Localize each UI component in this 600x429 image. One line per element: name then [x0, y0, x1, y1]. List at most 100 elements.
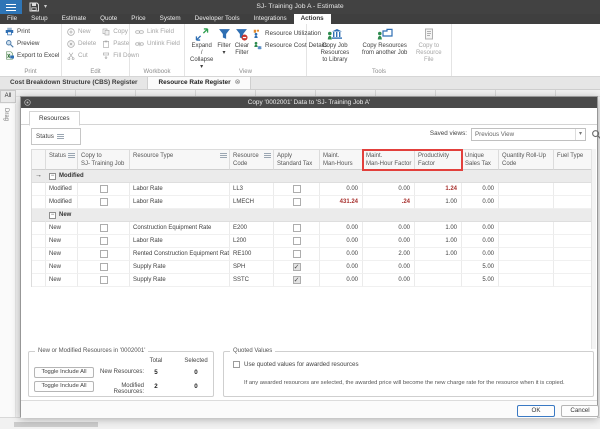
saved-views-select[interactable]: Previous View ▾ — [471, 128, 586, 141]
sales-tax-cell: 0.00 — [462, 222, 499, 235]
tax-checkbox[interactable] — [293, 237, 301, 245]
copy-checkbox[interactable] — [100, 185, 108, 193]
tab-resources[interactable]: Resources — [29, 111, 80, 126]
collapse-group-icon[interactable]: − — [49, 212, 56, 219]
cancel-button[interactable]: Cancel — [561, 405, 599, 417]
use-quoted-values-checkbox[interactable] — [233, 361, 240, 368]
resource-type-cell: Labor Rate — [130, 235, 230, 248]
copy-checkbox[interactable] — [100, 198, 108, 206]
status-cell: New — [46, 274, 78, 287]
copy-from-job-icon — [377, 28, 393, 41]
expand-collapse-button[interactable]: Expand / Collapse ▾ — [188, 26, 215, 71]
tab-resource-rate-register[interactable]: Resource Rate Register ⊗ — [147, 77, 251, 89]
col-resource-code[interactable]: ResourceCode — [230, 150, 274, 170]
tax-checkbox[interactable] — [293, 250, 301, 258]
resource-code-cell: LMECH — [230, 196, 274, 209]
filter-lines-icon — [57, 134, 64, 139]
tab-price[interactable]: Price — [124, 14, 152, 24]
copy-checkbox[interactable] — [100, 237, 108, 245]
col-resource-type[interactable]: Resource Type — [130, 150, 230, 170]
preview-button[interactable]: Preview — [3, 38, 58, 49]
table-row[interactable]: Modified Labor Rate LMECH 431.24 .24 1.0… — [32, 196, 594, 209]
group-row-modified[interactable]: → −Modified — [32, 170, 594, 183]
scrollbar-thumb[interactable] — [14, 422, 98, 427]
copy-resources-from-another-job-button[interactable]: Copy Resources from another Job — [360, 26, 410, 57]
tax-checkbox[interactable]: ✓ — [293, 263, 301, 271]
tab-estimate[interactable]: Estimate — [55, 14, 94, 24]
summary-panel: New or Modified Resources in '0002001' T… — [28, 351, 214, 397]
tax-checkbox[interactable] — [293, 198, 301, 206]
unlink-icon — [135, 40, 144, 48]
quoted-values-note: If any awarded resources are selected, t… — [244, 380, 589, 386]
resource-code-cell: SSTC — [230, 274, 274, 287]
tab-quote[interactable]: Quote — [93, 14, 124, 24]
window-title: SJ- Training Job A - Estimate — [0, 0, 600, 14]
tab-developer-tools[interactable]: Developer Tools — [188, 14, 247, 24]
col-copy-to[interactable]: Copy toSJ- Training Job A — [78, 150, 130, 170]
tab-setup[interactable]: Setup — [24, 14, 54, 24]
man-hours-cell: 0.00 — [320, 248, 363, 261]
copy-job-resources-to-library-button[interactable]: Copy Job Resources to Library — [310, 26, 360, 64]
collapse-group-icon[interactable]: − — [49, 173, 56, 180]
cut-button: Cut — [65, 50, 98, 61]
sales-tax-cell: 0.00 — [462, 248, 499, 261]
group-by-status-chip[interactable]: Status — [31, 128, 81, 145]
tax-checkbox[interactable] — [293, 224, 301, 232]
dialog-title: Copy '0002001' Data to 'SJ- Training Job… — [248, 99, 370, 106]
tab-cbs-register[interactable]: Cost Breakdown Structure (CBS) Register — [0, 77, 147, 89]
tax-checkbox[interactable] — [293, 185, 301, 193]
vertical-scrollbar[interactable] — [591, 149, 596, 349]
table-row[interactable]: New Supply Rate SPH ✓ 0.00 0.00 5.00 — [32, 261, 594, 274]
link-field-button: Link Field — [133, 26, 181, 37]
tab-integrations[interactable]: Integrations — [247, 14, 294, 24]
resource-file-icon — [423, 28, 435, 41]
tab-file[interactable]: File — [0, 14, 24, 24]
horizontal-scrollbar[interactable] — [0, 417, 600, 429]
export-to-excel-button[interactable]: Export to Excel — [3, 50, 58, 61]
select-all-button[interactable]: All — [0, 90, 16, 103]
preview-magnifier-icon — [5, 39, 14, 48]
table-row[interactable]: New Construction Equipment Rate E200 0.0… — [32, 222, 594, 235]
col-maint-man-hour-factor[interactable]: Maint.Man-Hour Factor — [363, 150, 415, 170]
col-quantity-roll-up-code[interactable]: Quantity Roll-UpCode — [499, 150, 554, 170]
selected-header: Selected — [178, 358, 214, 364]
table-row[interactable]: New Supply Rate SSTC ✓ 0.00 0.00 5.00 — [32, 274, 594, 287]
resources-grid: Status Copy toSJ- Training Job A Resourc… — [31, 149, 594, 287]
toggle-include-all-new-button[interactable]: Toggle Include All — [34, 367, 94, 378]
group-label-tools: Tools — [307, 69, 451, 75]
group-row-new[interactable]: −New — [32, 209, 594, 222]
copy-checkbox[interactable] — [100, 263, 108, 271]
copy-checkbox[interactable] — [100, 224, 108, 232]
filter-lines-icon — [264, 153, 271, 158]
dialog-logo-icon — [24, 99, 31, 106]
toggle-include-all-modified-button[interactable]: Toggle Include All — [34, 381, 94, 392]
col-maint-man-hours[interactable]: Maint.Man-Hours — [320, 150, 363, 170]
tab-actions[interactable]: Actions — [294, 14, 331, 24]
col-fuel-type[interactable]: Fuel Type — [554, 150, 595, 170]
group-label-edit: Edit — [62, 69, 129, 75]
col-status[interactable]: Status — [46, 150, 78, 170]
sales-tax-cell: 0.00 — [462, 183, 499, 196]
col-productivity-factor[interactable]: ProductivityFactor — [415, 150, 462, 170]
copy-checkbox[interactable] — [100, 276, 108, 284]
clear-filter-button[interactable]: Clear Filter — [233, 26, 251, 57]
resource-type-cell: Labor Rate — [130, 183, 230, 196]
ok-button[interactable]: OK — [517, 405, 555, 417]
tab-system[interactable]: System — [153, 14, 188, 24]
tax-checkbox[interactable]: ✓ — [293, 276, 301, 284]
man-hours-cell: 431.24 — [320, 196, 363, 209]
copy-checkbox[interactable] — [100, 250, 108, 258]
table-row[interactable]: New Labor Rate L200 0.00 0.00 1.00 0.00 — [32, 235, 594, 248]
table-row[interactable]: New Rented Construction Equipment Rate R… — [32, 248, 594, 261]
filter-icon — [218, 28, 231, 41]
filter-button[interactable]: Filter ▾ — [215, 26, 232, 57]
ribbon: Print Preview Export to Excel Print N — [0, 24, 600, 77]
col-apply-standard-tax[interactable]: ApplyStandard Tax — [274, 150, 320, 170]
table-row[interactable]: Modified Labor Rate LL3 0.00 0.00 1.24 0… — [32, 183, 594, 196]
man-hour-factor-cell: 0.00 — [363, 222, 415, 235]
col-unique-sales-tax[interactable]: UniqueSales Tax — [462, 150, 499, 170]
search-views-icon[interactable] — [591, 129, 600, 140]
man-hours-cell: 0.00 — [320, 222, 363, 235]
print-button[interactable]: Print — [3, 26, 58, 37]
tab-close-icon[interactable]: ⊗ — [235, 77, 241, 89]
